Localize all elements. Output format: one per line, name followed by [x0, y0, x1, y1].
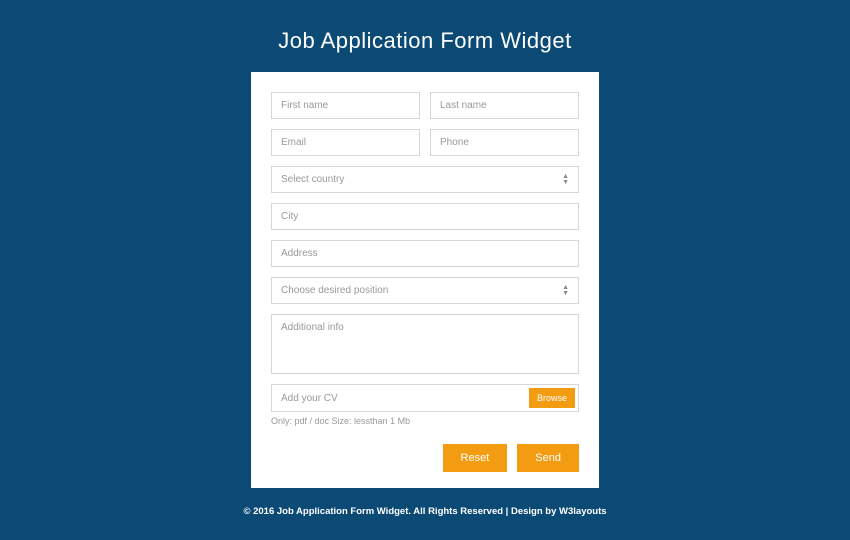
- send-button[interactable]: Send: [517, 444, 579, 472]
- footer-link[interactable]: W3layouts: [559, 506, 607, 517]
- address-field[interactable]: [271, 240, 579, 267]
- email-field[interactable]: [271, 129, 420, 156]
- page-title: Job Application Form Widget: [278, 28, 572, 54]
- cv-upload-row: Add your CV Browse: [271, 384, 579, 412]
- chevron-updown-icon: ▲▼: [562, 174, 569, 185]
- form-card: Select country ▲▼ Choose desired positio…: [251, 72, 599, 488]
- position-select[interactable]: Choose desired position ▲▼: [271, 277, 579, 304]
- chevron-updown-icon: ▲▼: [562, 285, 569, 296]
- footer: © 2016 Job Application Form Widget. All …: [243, 506, 606, 517]
- footer-copyright: © 2016 Job Application Form Widget. All …: [243, 506, 559, 517]
- browse-button[interactable]: Browse: [529, 388, 575, 408]
- first-name-field[interactable]: [271, 92, 420, 119]
- cv-hint: Only: pdf / doc Size: lessthan 1 Mb: [271, 416, 579, 426]
- position-select-label: Choose desired position: [281, 285, 388, 296]
- last-name-field[interactable]: [430, 92, 579, 119]
- city-field[interactable]: [271, 203, 579, 230]
- reset-button[interactable]: Reset: [443, 444, 508, 472]
- country-select[interactable]: Select country ▲▼: [271, 166, 579, 193]
- cv-placeholder: Add your CV: [281, 393, 338, 404]
- additional-info-field[interactable]: [271, 314, 579, 374]
- country-select-label: Select country: [281, 174, 344, 185]
- phone-field[interactable]: [430, 129, 579, 156]
